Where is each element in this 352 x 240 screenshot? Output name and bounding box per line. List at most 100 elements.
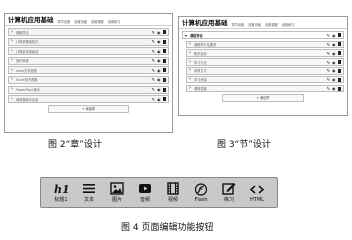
- section-row[interactable]: › 学习资源 ✎ ◉: [186, 76, 344, 84]
- chapter-row[interactable]: › 计算机系统组成 ✎ ◉: [8, 47, 169, 56]
- section-list: ▾ 课程导论 ✎ ◉ › 课程简介及要求 ✎ ◉ › 教学目标 ✎ ◉ › 学习方法 ✎ ◉ › 考核方式…: [179, 29, 347, 103]
- section-design-window: 计算机应用基础 章节设置 设置页面 设置课程 设置练习 ▾ 课程导论 ✎ ◉ › 课程简…: [178, 16, 348, 116]
- section-label: 学习方法: [194, 60, 207, 65]
- delete-icon[interactable]: [337, 60, 341, 65]
- chapter-row[interactable]: › 计算机基础知识 ✎ ◉: [8, 37, 169, 46]
- view-icon[interactable]: ◉: [332, 42, 336, 47]
- delete-icon[interactable]: [162, 97, 166, 102]
- edit-icon[interactable]: ✎: [326, 51, 330, 56]
- audio-button[interactable]: 音频: [133, 182, 157, 203]
- view-icon[interactable]: ◉: [332, 51, 336, 56]
- tab-page-settings[interactable]: 设置页面: [74, 19, 87, 25]
- section-row[interactable]: › 课程答疑 ✎ ◉: [186, 85, 344, 93]
- section-label: 课程简介及要求: [194, 42, 217, 47]
- chapter-row[interactable]: › 网络基础与应用 ✎ ◉: [8, 95, 169, 104]
- text-icon: [83, 184, 95, 193]
- tab-chapter-settings[interactable]: 章节设置: [232, 22, 245, 28]
- chapter-row[interactable]: › Excel电子表格 ✎ ◉: [8, 75, 169, 84]
- delete-icon[interactable]: [162, 39, 166, 44]
- view-icon[interactable]: ◉: [157, 97, 161, 102]
- tab-exercise-settings[interactable]: 设置练习: [108, 19, 121, 25]
- chapter-row-expanded[interactable]: ▾ 课程导论 ✎ ◉: [182, 31, 344, 39]
- chapter-design-window: 计算机应用基础 章节设置 设置页面 设置课程 设置练习 › 课程导论 ✎ ◉ › 计算机…: [4, 13, 173, 133]
- view-icon[interactable]: ◉: [332, 33, 336, 38]
- flash-button[interactable]: Flash: [189, 182, 213, 203]
- chapter-row[interactable]: › 操作系统 ✎ ◉: [8, 56, 169, 65]
- button-label: 文本: [83, 197, 94, 203]
- tab-page-settings[interactable]: 设置页面: [248, 22, 261, 28]
- delete-icon[interactable]: [337, 51, 341, 56]
- chapter-row[interactable]: › PowerPoint演示 ✎ ◉: [8, 85, 169, 94]
- flash-icon: [194, 182, 208, 196]
- tab-course-settings[interactable]: 设置课程: [91, 19, 104, 25]
- chapter-label: 操作系统: [16, 59, 29, 64]
- app-title: 计算机应用基础: [182, 19, 228, 27]
- delete-icon[interactable]: [162, 49, 166, 54]
- chapter-label: 网络基础与应用: [16, 97, 39, 102]
- edit-icon[interactable]: ✎: [326, 60, 330, 65]
- edit-icon[interactable]: ✎: [151, 49, 155, 54]
- chapter-row[interactable]: › 课程导论 ✎ ◉: [8, 28, 169, 36]
- view-icon[interactable]: ◉: [157, 30, 161, 35]
- section-row[interactable]: › 学习方法 ✎ ◉: [186, 58, 344, 66]
- edit-icon[interactable]: ✎: [326, 33, 330, 38]
- delete-icon[interactable]: [162, 68, 166, 73]
- section-row[interactable]: › 考核方式 ✎ ◉: [186, 67, 344, 75]
- tab-chapter-settings[interactable]: 章节设置: [58, 19, 71, 25]
- edit-icon[interactable]: ✎: [151, 30, 155, 35]
- heading-button[interactable]: h1 标题1: [49, 182, 73, 203]
- edit-icon[interactable]: ✎: [151, 77, 155, 82]
- delete-icon[interactable]: [337, 42, 341, 47]
- add-chapter-button[interactable]: + 添加章: [48, 104, 129, 114]
- view-icon[interactable]: ◉: [332, 68, 336, 73]
- window-header: 计算机应用基础 章节设置 设置页面 设置课程 设置练习: [5, 14, 172, 26]
- add-section-button[interactable]: + 添加节: [222, 93, 304, 103]
- delete-icon[interactable]: [337, 68, 341, 73]
- edit-icon[interactable]: ✎: [151, 97, 155, 102]
- chapter-label: 课程导论: [190, 33, 203, 38]
- view-icon[interactable]: ◉: [332, 77, 336, 82]
- button-label: Flash: [194, 196, 208, 203]
- edit-icon[interactable]: ✎: [151, 68, 155, 73]
- view-icon[interactable]: ◉: [157, 68, 161, 73]
- text-button[interactable]: 文本: [77, 182, 101, 203]
- edit-icon[interactable]: ✎: [326, 77, 330, 82]
- window-header: 计算机应用基础 章节设置 设置页面 设置课程 设置练习: [179, 17, 347, 29]
- delete-icon[interactable]: [337, 33, 341, 37]
- section-row[interactable]: › 课程简介及要求 ✎ ◉: [186, 40, 344, 48]
- view-icon[interactable]: ◉: [332, 60, 336, 65]
- app-title: 计算机应用基础: [8, 16, 54, 24]
- delete-icon[interactable]: [162, 77, 166, 82]
- tab-course-settings[interactable]: 设置课程: [265, 22, 278, 28]
- delete-icon[interactable]: [162, 87, 166, 92]
- view-icon[interactable]: ◉: [157, 49, 161, 54]
- video-icon: [167, 182, 179, 195]
- edit-icon[interactable]: ✎: [151, 39, 155, 44]
- figure-caption: 图 2“章”设计: [48, 140, 102, 150]
- chapter-row[interactable]: › word文字处理 ✎ ◉: [8, 66, 169, 75]
- view-icon[interactable]: ◉: [157, 77, 161, 82]
- html-button[interactable]: HTML: [245, 183, 269, 203]
- video-button[interactable]: 视频: [161, 182, 185, 203]
- view-icon[interactable]: ◉: [157, 87, 161, 92]
- delete-icon[interactable]: [337, 77, 341, 82]
- chapter-label: word文字处理: [16, 68, 37, 73]
- tab-exercise-settings[interactable]: 设置练习: [282, 22, 295, 28]
- image-button[interactable]: 图片: [105, 182, 129, 203]
- svg-text:h1: h1: [54, 183, 69, 195]
- edit-icon[interactable]: ✎: [326, 86, 330, 91]
- edit-icon[interactable]: ✎: [151, 87, 155, 92]
- delete-icon[interactable]: [162, 58, 166, 63]
- exercise-button[interactable]: 练习: [217, 182, 241, 203]
- edit-icon[interactable]: ✎: [326, 42, 330, 47]
- view-icon[interactable]: ◉: [157, 58, 161, 63]
- section-row[interactable]: › 教学目标 ✎ ◉: [186, 49, 344, 57]
- chapter-label: 课程导论: [16, 30, 29, 35]
- delete-icon[interactable]: [337, 86, 341, 91]
- view-icon[interactable]: ◉: [332, 86, 336, 91]
- view-icon[interactable]: ◉: [157, 39, 161, 44]
- section-label: 教学目标: [194, 51, 207, 56]
- edit-icon[interactable]: ✎: [151, 58, 155, 63]
- edit-icon[interactable]: ✎: [326, 68, 330, 73]
- delete-icon[interactable]: [162, 30, 166, 34]
